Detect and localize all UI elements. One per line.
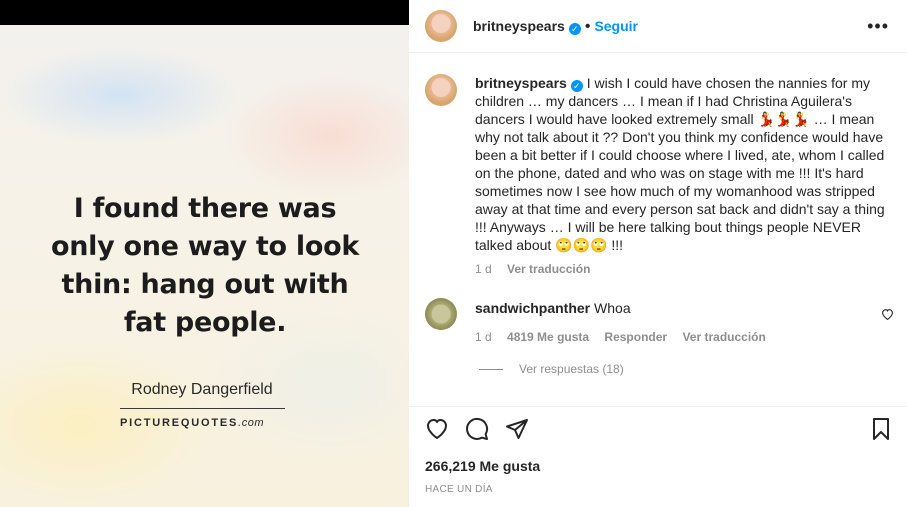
view-replies[interactable]: Ver respuestas (18) bbox=[479, 362, 624, 376]
watermark-domain: .com bbox=[238, 417, 264, 429]
verified-badge-icon: ✓ bbox=[568, 23, 581, 35]
comment-text: Whoa bbox=[594, 300, 631, 316]
dancer-emoji: 💃💃💃 bbox=[757, 111, 810, 127]
post-media[interactable]: I found there was only one way to look t… bbox=[0, 0, 409, 507]
commenter-avatar[interactable] bbox=[425, 298, 457, 330]
comment-meta: 1 d 4819 Me gusta Responder Ver traducci… bbox=[475, 330, 875, 344]
share-paper-plane-icon[interactable] bbox=[505, 417, 531, 443]
caption-username[interactable]: britneyspears bbox=[475, 75, 567, 91]
quote-author: Rodney Dangerfield bbox=[131, 381, 273, 398]
avatar[interactable] bbox=[425, 10, 457, 42]
comment: sandwichpanther Whoa 1 d 4819 Me gusta R… bbox=[475, 300, 875, 344]
action-bar bbox=[409, 406, 907, 453]
comment-username[interactable]: sandwichpanther bbox=[475, 300, 590, 316]
quote-text: I found there was only one way to look t… bbox=[50, 193, 359, 338]
post-header: britneyspears ✓ • Seguir ••• bbox=[409, 0, 907, 53]
author-divider bbox=[120, 408, 285, 409]
caption-text-3: !!! bbox=[611, 237, 624, 253]
watermark-main: PICTUREQUOTES bbox=[120, 417, 239, 429]
media-top-bar bbox=[0, 0, 409, 25]
header-user-row: britneyspears ✓ • Seguir bbox=[473, 18, 638, 36]
more-options-icon[interactable]: ••• bbox=[867, 16, 889, 37]
comment-bubble-icon[interactable] bbox=[465, 417, 491, 443]
eye-roll-emoji: 🙄🙄🙄 bbox=[555, 237, 608, 253]
replies-line bbox=[479, 369, 503, 371]
separator-dot: • bbox=[584, 18, 591, 35]
watermark: PICTUREQUOTES.com bbox=[120, 417, 290, 429]
like-heart-icon[interactable] bbox=[425, 417, 451, 443]
view-replies-label[interactable]: Ver respuestas (18) bbox=[519, 362, 624, 376]
caption-translate-link[interactable]: Ver traducción bbox=[507, 262, 590, 276]
caption: britneyspears ✓ I wish I could have chose… bbox=[475, 74, 885, 278]
reply-button[interactable]: Responder bbox=[604, 330, 667, 344]
post-timestamp[interactable]: HACE UN DÍA bbox=[425, 484, 493, 495]
verified-badge-icon: ✓ bbox=[570, 80, 583, 92]
likes-count[interactable]: 266,219 Me gusta bbox=[425, 458, 540, 474]
follow-button[interactable]: Seguir bbox=[594, 18, 638, 34]
comment-age[interactable]: 1 d bbox=[475, 330, 492, 344]
caption-age[interactable]: 1 d bbox=[475, 262, 492, 276]
comment-like-heart-icon[interactable] bbox=[881, 308, 894, 323]
caption-meta: 1 d Ver traducción bbox=[475, 260, 885, 278]
save-bookmark-icon[interactable] bbox=[869, 417, 895, 443]
post-side-panel: britneyspears ✓ • Seguir ••• britneyspears ✓… bbox=[409, 0, 907, 507]
caption-avatar[interactable] bbox=[425, 74, 457, 106]
caption-text-2: … I mean why not talk about it ?? Don't … bbox=[475, 111, 885, 253]
comment-translate-link[interactable]: Ver traducción bbox=[682, 330, 765, 344]
comment-likes[interactable]: 4819 Me gusta bbox=[507, 330, 589, 344]
header-username[interactable]: britneyspears bbox=[473, 18, 565, 34]
